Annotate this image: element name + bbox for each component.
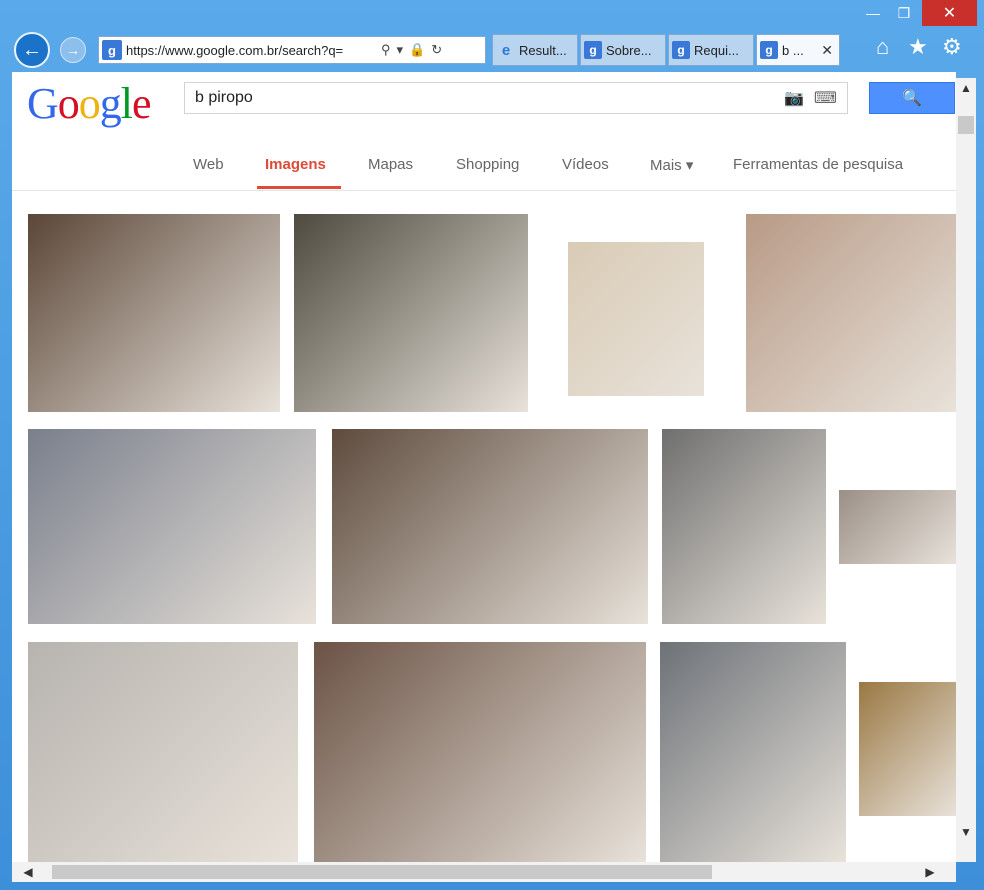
close-window-button[interactable]: ✕: [922, 0, 977, 26]
tab-mais[interactable]: Mais ▾: [650, 156, 693, 174]
dropdown-icon[interactable]: ▾: [397, 42, 404, 58]
google-favicon-icon: g: [760, 41, 778, 59]
arrow-right-icon: →: [66, 42, 80, 58]
forward-button[interactable]: →: [60, 37, 86, 63]
vertical-scrollbar[interactable]: ▲ ▼: [956, 78, 976, 862]
scroll-up-icon[interactable]: ▲: [956, 78, 976, 98]
vertical-scroll-thumb[interactable]: [958, 116, 974, 134]
lock-icon[interactable]: 🔒: [409, 42, 425, 58]
tab-shopping[interactable]: Shopping: [456, 156, 519, 173]
result-thumbnail[interactable]: [28, 429, 316, 624]
result-thumbnail[interactable]: [28, 642, 298, 862]
logo-letter: e: [132, 79, 152, 128]
tab-requi[interactable]: g Requi...: [668, 34, 754, 66]
result-thumbnail[interactable]: [839, 490, 956, 564]
title-bar: — ❐ ✕: [0, 0, 984, 30]
tab-ferramentas-de-pesquisa[interactable]: Ferramentas de pesquisa: [733, 156, 903, 173]
result-thumbnail[interactable]: [294, 214, 528, 412]
logo-letter: o: [57, 79, 80, 128]
google-favicon-icon: g: [102, 40, 122, 60]
result-thumbnail[interactable]: [28, 214, 280, 412]
result-thumbnail[interactable]: [746, 214, 956, 412]
logo-letter: G: [27, 79, 59, 128]
page-content: Google b piropo 📷 ⌨ 🔍 Web Imagens Mapas …: [12, 72, 956, 862]
tab-results[interactable]: e Result...: [492, 34, 578, 66]
search-icon[interactable]: ⚲: [381, 42, 391, 58]
gear-icon[interactable]: ⚙: [942, 34, 962, 60]
back-button[interactable]: ←: [14, 32, 50, 68]
search-type-menu: Web Imagens Mapas Shopping Vídeos Mais ▾…: [12, 142, 956, 191]
logo-letter: l: [120, 79, 133, 128]
camera-icon[interactable]: 📷: [784, 88, 804, 108]
tab-mapas[interactable]: Mapas: [368, 156, 413, 173]
google-favicon-icon: g: [672, 41, 690, 59]
browser-window: — ❐ ✕ ← → g https://www.google.com.br/se…: [0, 0, 984, 890]
close-tab-icon[interactable]: ✕: [821, 42, 833, 59]
result-thumbnail[interactable]: [660, 642, 846, 862]
result-thumbnail[interactable]: [859, 682, 956, 816]
minimize-button[interactable]: —: [858, 0, 888, 26]
keyboard-icon[interactable]: ⌨: [814, 88, 837, 108]
search-query[interactable]: b piropo: [185, 89, 784, 107]
result-thumbnail[interactable]: [568, 242, 704, 396]
tab-imagens[interactable]: Imagens: [265, 156, 326, 173]
navigation-bar: ← → g https://www.google.com.br/search?q…: [0, 28, 984, 72]
logo-letter: o: [78, 79, 101, 128]
tab-sobre[interactable]: g Sobre...: [580, 34, 666, 66]
tab-label: Sobre...: [606, 42, 652, 58]
result-thumbnail[interactable]: [662, 429, 826, 624]
maximize-button[interactable]: ❐: [889, 0, 919, 26]
google-favicon-icon: g: [584, 41, 602, 59]
result-thumbnail[interactable]: [314, 642, 646, 862]
active-tab-underline: [257, 186, 341, 189]
tab-active-search[interactable]: g b ... ✕: [756, 34, 840, 66]
scroll-left-icon[interactable]: ◀: [18, 862, 38, 882]
tab-label: Result...: [519, 42, 567, 58]
horizontal-scrollbar[interactable]: ◀ ▶: [12, 862, 956, 882]
ie-favicon-icon: e: [501, 41, 511, 59]
scroll-down-icon[interactable]: ▼: [956, 822, 976, 842]
magnifier-icon: 🔍: [902, 90, 922, 107]
search-button[interactable]: 🔍: [869, 82, 955, 114]
address-bar[interactable]: g https://www.google.com.br/search?q= ⚲ …: [98, 36, 486, 64]
scroll-right-icon[interactable]: ▶: [920, 862, 940, 882]
refresh-icon[interactable]: ↻: [431, 42, 442, 58]
result-thumbnail[interactable]: [332, 429, 648, 624]
address-url[interactable]: https://www.google.com.br/search?q=: [126, 43, 378, 58]
tab-label: Requi...: [694, 42, 739, 58]
logo-letter: g: [99, 79, 122, 128]
tab-label: b ...: [782, 42, 804, 58]
horizontal-scroll-thumb[interactable]: [52, 865, 712, 879]
google-logo[interactable]: Google: [27, 78, 152, 129]
tab-videos[interactable]: Vídeos: [562, 156, 609, 173]
arrow-left-icon: ←: [22, 38, 42, 61]
favorites-star-icon[interactable]: ★: [908, 34, 928, 60]
home-icon[interactable]: ⌂: [876, 34, 889, 60]
search-input[interactable]: b piropo 📷 ⌨: [184, 82, 848, 114]
tab-web[interactable]: Web: [193, 156, 224, 173]
